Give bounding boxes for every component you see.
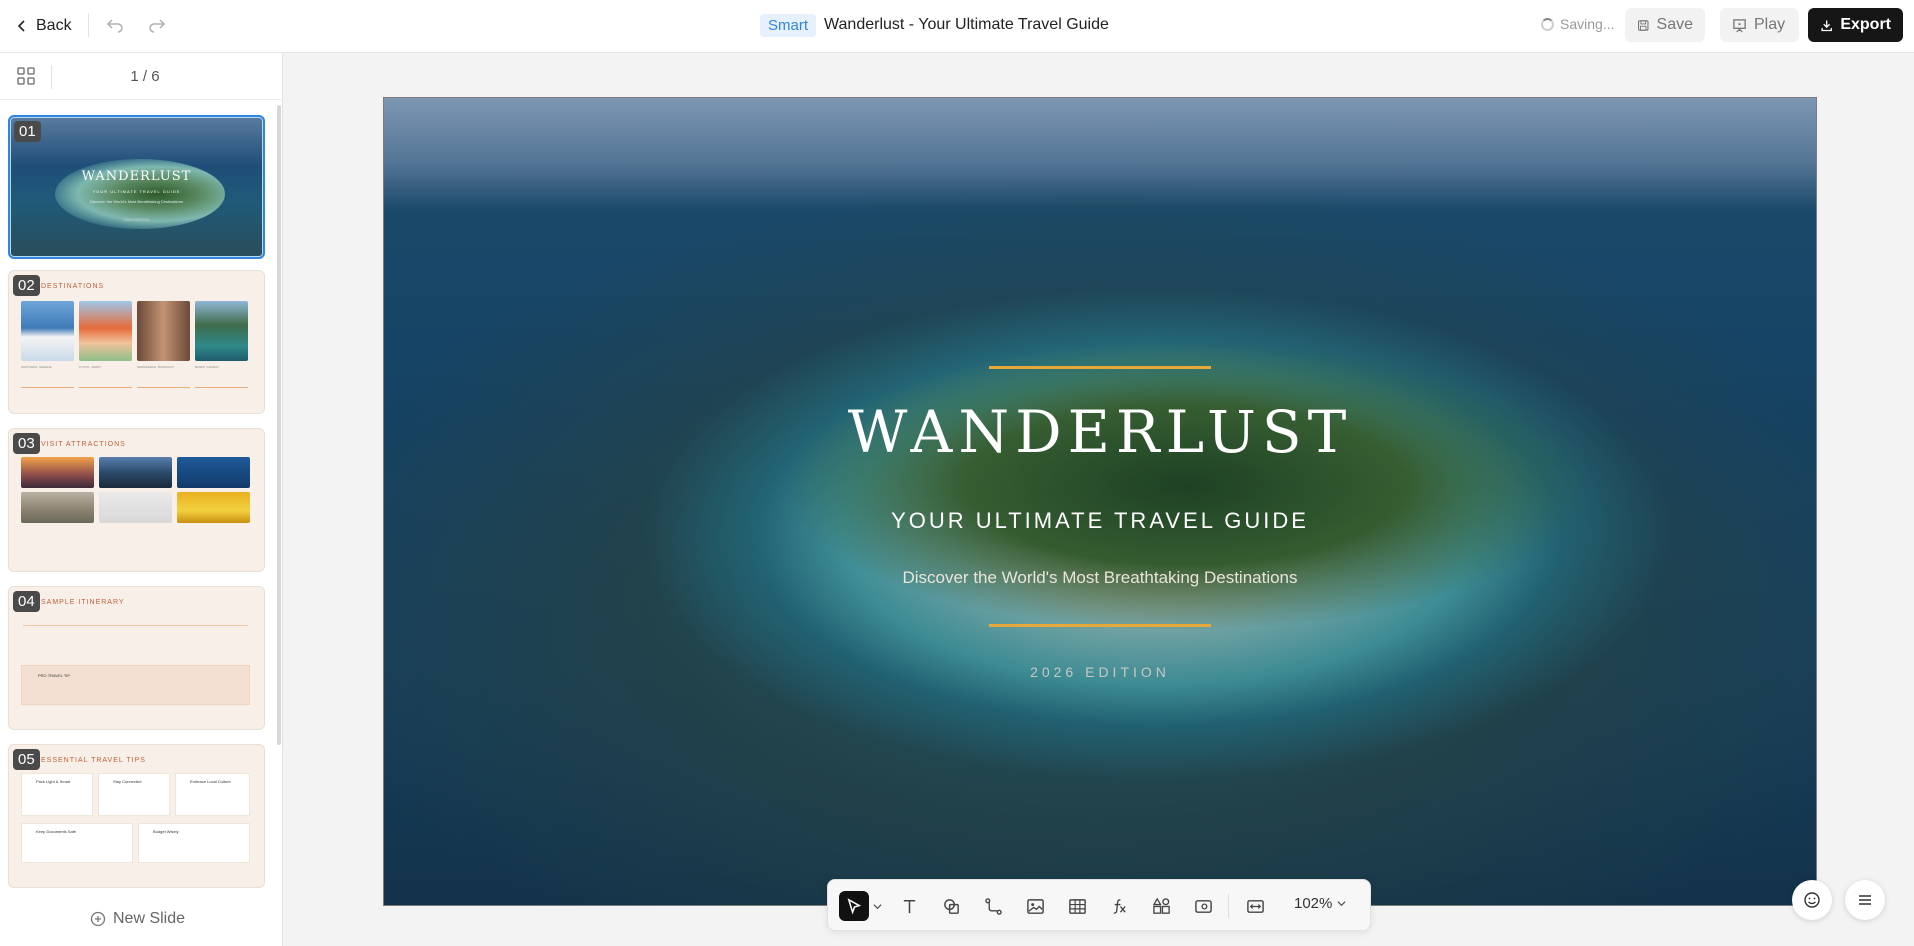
undo-button[interactable] xyxy=(104,14,126,36)
grid-icon xyxy=(17,67,35,85)
tip-title: PRO TRAVEL TIP xyxy=(38,673,71,678)
thumb-caption: SANTORINI, GREECE xyxy=(21,365,52,369)
timeline-line xyxy=(23,625,248,626)
thumb-caption: MARRAKECH, MOROCCO xyxy=(137,365,174,369)
divider xyxy=(51,65,52,89)
thumb-heading: ESSENTIAL TRAVEL TIPS xyxy=(41,757,146,764)
marrakech-image xyxy=(137,301,190,361)
slide-number: 01 xyxy=(14,121,41,142)
reef-image xyxy=(177,457,250,488)
new-slide-button[interactable]: New Slide xyxy=(90,910,185,928)
top-bar: Back Smart Wanderlust - Your Ultimate Tr… xyxy=(0,0,1914,53)
tip-card: Stay Connected xyxy=(98,773,170,816)
export-label: Export xyxy=(1840,16,1891,33)
eiffel-image xyxy=(21,457,94,488)
thumb-heading: SAMPLE ITINERARY xyxy=(41,599,125,606)
tip-card: Budget Wisely xyxy=(138,823,250,863)
slide-number: 05 xyxy=(13,749,40,770)
plus-circle-icon xyxy=(90,911,106,927)
temple-image xyxy=(99,457,172,488)
undo-icon xyxy=(106,19,123,33)
redo-icon xyxy=(149,19,166,33)
slide-content: WANDERLUST YOUR ULTIMATE TRAVEL GUIDE Di… xyxy=(384,98,1816,905)
chevron-left-icon xyxy=(17,20,25,32)
slide-description[interactable]: Discover the World's Most Breathtaking D… xyxy=(384,568,1816,588)
save-label: Save xyxy=(1656,16,1693,33)
santorini-image xyxy=(21,301,74,361)
slides-scrollbar[interactable] xyxy=(277,105,281,745)
divider xyxy=(137,387,190,388)
presentation-icon xyxy=(1733,18,1746,32)
spinner-icon xyxy=(1541,17,1554,31)
tip-card: Pack Light & Smart xyxy=(21,773,93,816)
slides-panel-header: 1 / 6 xyxy=(0,53,283,100)
divider xyxy=(195,387,248,388)
taj-image xyxy=(21,492,94,523)
redo-button[interactable] xyxy=(146,14,168,36)
thumb-caption: BANFF, CANADA xyxy=(195,365,219,369)
accent-line-bottom[interactable] xyxy=(989,624,1211,627)
banff-image xyxy=(195,301,248,361)
kyoto-image xyxy=(79,301,132,361)
tip-title: Embrace Local Culture xyxy=(190,779,231,784)
menu-button[interactable] xyxy=(1845,880,1885,920)
thumb-edition: 2026 EDITION xyxy=(123,217,150,222)
slide-thumbnail-1[interactable]: 01 WANDERLUST YOUR ULTIMATE TRAVEL GUIDE… xyxy=(8,115,265,259)
slide-number: 04 xyxy=(13,591,40,612)
slide-thumbnail-5[interactable]: 05 ESSENTIAL TRAVEL TIPS Pack Light & Sm… xyxy=(8,744,265,888)
new-slide-label: New Slide xyxy=(113,910,186,927)
saving-text: Saving... xyxy=(1560,16,1615,32)
divider xyxy=(21,387,74,388)
tip-title: Stay Connected xyxy=(113,779,142,784)
tip-card: Keep Documents Safe xyxy=(21,823,133,863)
save-icon xyxy=(1638,19,1649,31)
thumb-heading: DESTINATIONS xyxy=(41,283,105,290)
attraction-images-row-2 xyxy=(21,492,250,523)
document-title-area: Smart Wanderlust - Your Ultimate Travel … xyxy=(760,12,1109,38)
grid-view-button[interactable] xyxy=(16,66,36,86)
attraction-images-row-1 xyxy=(21,457,250,488)
document-title[interactable]: Wanderlust - Your Ultimate Travel Guide xyxy=(824,16,1109,34)
menu-icon xyxy=(1859,895,1871,905)
slide-edition[interactable]: 2026 EDITION xyxy=(384,664,1816,680)
accent-line-top[interactable] xyxy=(989,366,1211,369)
smart-badge[interactable]: Smart xyxy=(760,13,817,37)
export-button[interactable]: Export xyxy=(1808,8,1903,42)
thumb-caption: KYOTO, JAPAN xyxy=(79,365,101,369)
cove-image xyxy=(99,492,172,523)
thumb-title: WANDERLUST xyxy=(81,169,192,184)
tip-card: Embrace Local Culture xyxy=(175,773,250,816)
tip-title: Budget Wisely xyxy=(153,829,179,834)
tip-title: Keep Documents Safe xyxy=(36,829,77,834)
page-indicator: 1 / 6 xyxy=(130,68,160,85)
tip-box: PRO TRAVEL TIP xyxy=(21,665,250,705)
slides-panel: 1 / 6 01 WANDERLUST YOUR ULTIMATE TRAVEL… xyxy=(0,53,283,946)
slide-title[interactable]: WANDERLUST xyxy=(384,398,1816,466)
slide-thumbnail-3[interactable]: 03 VISIT ATTRACTIONS ··· xyxy=(8,428,265,572)
slide-thumbnail-2[interactable]: 02 DESTINATIONS SANTORINI, GREECE KYOTO,… xyxy=(8,270,265,414)
back-button[interactable]: Back xyxy=(16,14,72,38)
divider xyxy=(88,13,89,37)
thumb-heading: VISIT ATTRACTIONS xyxy=(41,441,126,448)
destination-images xyxy=(21,301,248,361)
slide-number: 03 xyxy=(13,433,40,454)
slide-subtitle[interactable]: YOUR ULTIMATE TRAVEL GUIDE xyxy=(384,508,1816,534)
back-label: Back xyxy=(36,17,72,34)
thumb-subtitle: YOUR ULTIMATE TRAVEL GUIDE xyxy=(92,189,181,194)
slide-canvas[interactable]: WANDERLUST YOUR ULTIMATE TRAVEL GUIDE Di… xyxy=(383,97,1817,906)
download-icon xyxy=(1821,20,1832,31)
slide-number: 02 xyxy=(13,275,40,296)
divider xyxy=(79,387,132,388)
tip-title: Pack Light & Smart xyxy=(36,779,71,784)
slide-thumbnail-4[interactable]: 04 SAMPLE ITINERARY PRO TRAVEL TIP xyxy=(8,586,265,730)
thumb-description: Discover the World's Most Breathtaking D… xyxy=(90,199,183,204)
safari-image xyxy=(177,492,250,523)
saving-status: Saving... xyxy=(1541,16,1614,32)
thumb-footnote: ··· xyxy=(79,535,82,539)
play-label: Play xyxy=(1754,16,1786,33)
play-button[interactable]: Play xyxy=(1720,8,1799,42)
save-button[interactable]: Save xyxy=(1625,8,1705,42)
